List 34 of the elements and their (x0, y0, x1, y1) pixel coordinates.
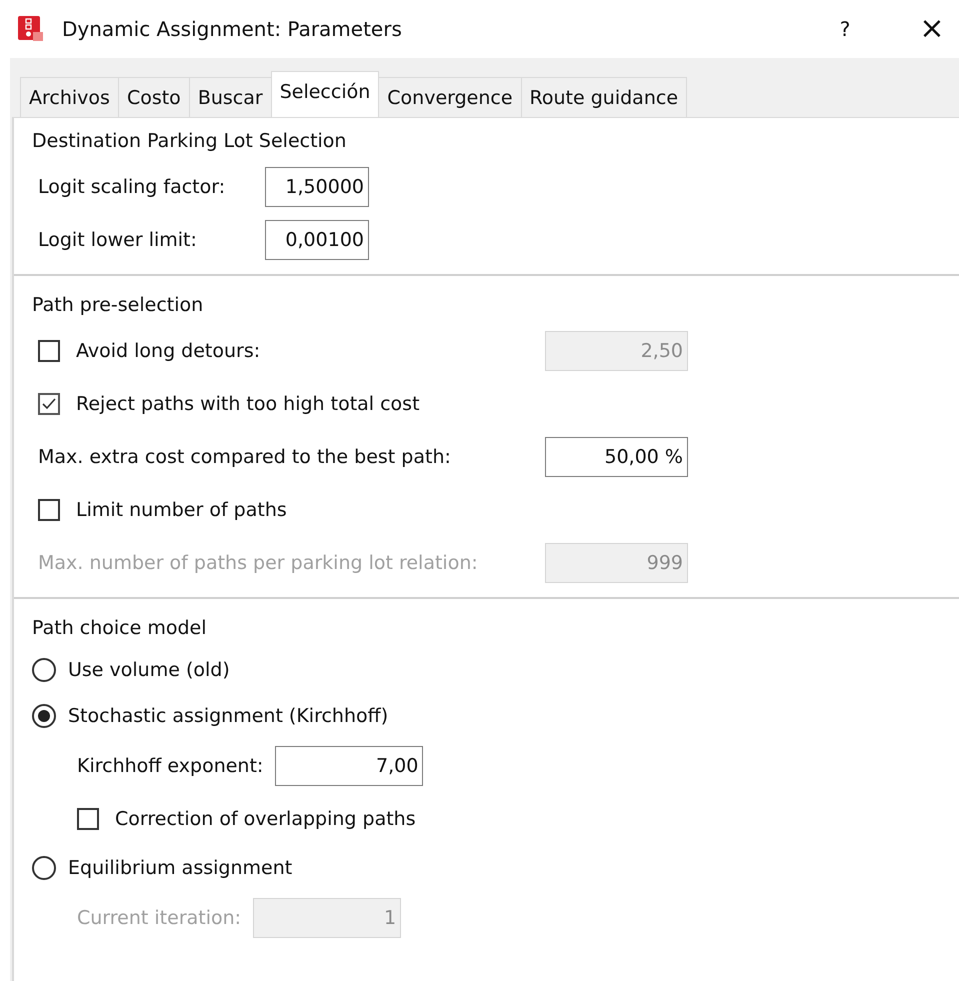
radio-label: Stochastic assignment (Kirchhoff) (68, 705, 388, 727)
close-button[interactable]: × (917, 14, 947, 44)
input-field[interactable]: 1,50000 (265, 166, 369, 206)
checkbox-label: Correction of overlapping paths (115, 808, 416, 830)
tab[interactable]: Route guidance (520, 77, 688, 117)
input-field[interactable]: 0,00100 (265, 220, 369, 260)
radio-label: Equilibrium assignment (68, 857, 292, 879)
checkbox-label: Avoid long detours: (76, 340, 260, 362)
window-title: Dynamic Assignment: Parameters (62, 17, 403, 41)
checkbox-label: Limit number of paths (76, 498, 287, 520)
input-field[interactable]: 7,00 (275, 746, 424, 786)
checkbox[interactable] (38, 392, 60, 414)
field-label: Max. number of paths per parking lot relation: (38, 552, 478, 574)
checkbox-label: Reject paths with too high total cost (76, 392, 420, 414)
field-label: Logit scaling factor: (38, 176, 226, 198)
input-field[interactable]: 50,00 % (545, 436, 688, 476)
field-label: Current iteration: (77, 906, 242, 928)
field-label: Kirchhoff exponent: (77, 754, 264, 776)
checkbox[interactable] (38, 498, 60, 520)
section-heading: Path pre-selection (32, 293, 204, 318)
tab[interactable]: Archivos (20, 77, 119, 117)
section-heading: Path choice model (32, 616, 208, 641)
field-label: Max. extra cost compared to the best path: (38, 446, 451, 468)
radio-button[interactable] (32, 704, 56, 728)
help-button[interactable]: ? (835, 17, 855, 41)
checkbox[interactable] (77, 808, 99, 830)
section-heading: Destination Parking Lot Selection (32, 129, 348, 154)
field-label: Logit lower limit: (38, 228, 198, 250)
app-icon (18, 16, 44, 42)
check-icon (41, 396, 57, 412)
tab[interactable]: Selección (270, 71, 380, 117)
radio-button[interactable] (32, 658, 56, 682)
radio-label: Use volume (old) (68, 659, 230, 681)
radio-button[interactable] (32, 856, 56, 880)
